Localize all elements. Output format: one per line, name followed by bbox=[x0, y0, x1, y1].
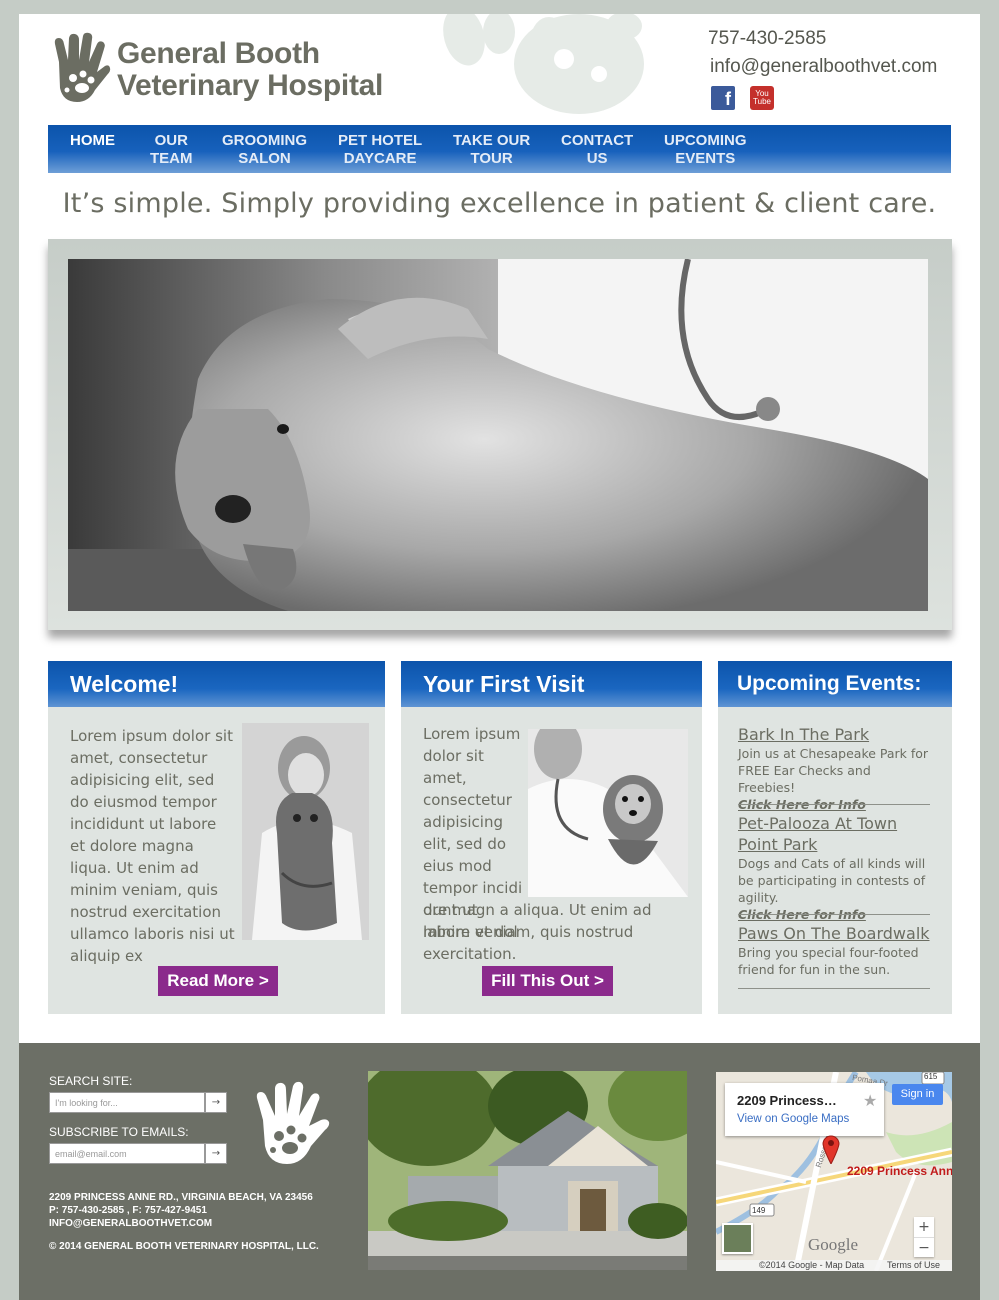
main-nav: HOME OUR TEAM GROOMING SALON PET HOTEL D… bbox=[48, 125, 951, 173]
map-terms-link[interactable]: Terms of Use bbox=[887, 1260, 940, 1270]
event-desc: Dogs and Cats of all kinds will be parti… bbox=[738, 856, 926, 905]
subscribe-input[interactable]: email@email.com bbox=[49, 1143, 205, 1164]
read-more-button[interactable]: Read More > bbox=[158, 966, 278, 996]
logo-hand-icon bbox=[54, 32, 111, 102]
map-route-615: 615 bbox=[924, 1072, 938, 1081]
map-pin-icon[interactable] bbox=[822, 1134, 840, 1164]
building-photo bbox=[368, 1071, 687, 1270]
footer-phones: P: 757-430-2585 , F: 757-427-9451 bbox=[49, 1205, 207, 1216]
nav-label: GROOMING bbox=[222, 132, 307, 149]
events-title: Upcoming Events: bbox=[718, 661, 952, 707]
map-info-card: 2209 Princess… View on Google Maps ★ bbox=[725, 1083, 884, 1136]
event-desc: Bring you special four-footed friend for… bbox=[738, 945, 919, 977]
map-route-149: 149 bbox=[752, 1206, 766, 1215]
nav-label: DAYCARE bbox=[343, 150, 417, 167]
zoom-controls: + − bbox=[914, 1217, 934, 1257]
google-logo: Google bbox=[808, 1235, 859, 1254]
footer-email[interactable]: INFO@GENERALBOOTHVET.COM bbox=[49, 1217, 212, 1230]
star-icon[interactable]: ★ bbox=[863, 1091, 877, 1110]
nav-item-our-team[interactable]: OUR TEAM bbox=[150, 132, 193, 168]
zoom-in-button[interactable]: + bbox=[914, 1217, 934, 1237]
footer-address: 2209 PRINCESS ANNE RD., VIRGINIA BEACH, … bbox=[49, 1192, 313, 1203]
paw-watermark-icon bbox=[443, 14, 644, 114]
event-item: Bark In The Park Join us at Chesapeake P… bbox=[738, 724, 930, 813]
welcome-panel: Welcome! Lorem ipsum dolor sit amet, con… bbox=[48, 661, 385, 1014]
youtube-text-2: Tube bbox=[753, 97, 771, 106]
view-on-google-maps-link[interactable]: View on Google Maps bbox=[737, 1113, 849, 1125]
nav-item-pet-hotel[interactable]: PET HOTEL DAYCARE bbox=[338, 132, 422, 168]
search-input[interactable]: I'm looking for... bbox=[49, 1092, 205, 1113]
map-pin-label: 2209 Princess Ann bbox=[847, 1164, 952, 1178]
fill-this-out-button[interactable]: Fill This Out > bbox=[482, 966, 613, 996]
nav-label: UPCOMING bbox=[664, 132, 747, 149]
nav-label: SALON bbox=[238, 150, 291, 167]
first-visit-body-continued: ore magn a aliqua. Ut enim ad minim veni… bbox=[423, 901, 652, 963]
event-divider bbox=[738, 804, 930, 805]
first-visit-panel: Your First Visit Lorem ipsum dolor sit a… bbox=[401, 661, 702, 1014]
page: General Booth Veterinary Hospital 757-43… bbox=[19, 14, 980, 1300]
event-title[interactable]: Pet-Palooza At Town Point Park bbox=[738, 813, 930, 855]
youtube-icon[interactable]: You Tube bbox=[750, 86, 774, 110]
zoom-out-button[interactable]: − bbox=[914, 1237, 934, 1257]
nav-label: CONTACT bbox=[561, 132, 634, 149]
nav-label: EVENTS bbox=[675, 150, 736, 167]
facebook-icon[interactable]: f bbox=[711, 86, 735, 110]
nav-label: PET HOTEL bbox=[338, 132, 423, 149]
event-item: Pet-Palooza At Town Point Park Dogs and … bbox=[738, 813, 930, 923]
nav-item-contact[interactable]: CONTACT US bbox=[561, 132, 633, 168]
welcome-photo bbox=[242, 723, 369, 940]
welcome-body: Lorem ipsum dolor sit amet, consectetur … bbox=[70, 727, 235, 965]
nav-item-tour[interactable]: TAKE OUR TOUR bbox=[453, 132, 530, 168]
event-divider bbox=[738, 914, 930, 915]
subscribe-label: SUBSCRIBE TO EMAILS: bbox=[49, 1125, 189, 1139]
hero-frame bbox=[48, 239, 952, 630]
map-embed[interactable]: 615 149 Rosscroad Trail Pomaa Dr 2209 Pr… bbox=[716, 1072, 952, 1271]
tagline: It’s simple. Simply providing excellence… bbox=[62, 188, 937, 219]
nav-item-home[interactable]: HOME bbox=[70, 132, 115, 150]
first-visit-title: Your First Visit bbox=[401, 661, 702, 707]
logo-text[interactable]: General Booth Veterinary Hospital bbox=[117, 38, 383, 102]
first-visit-photo bbox=[528, 729, 688, 897]
event-title[interactable]: Paws On The Boardwalk bbox=[738, 923, 930, 944]
subscribe-go-button[interactable]: → bbox=[205, 1143, 227, 1164]
nav-label: OUR bbox=[154, 132, 188, 149]
footer-hand-icon bbox=[256, 1081, 330, 1164]
event-title[interactable]: Bark In The Park bbox=[738, 724, 930, 745]
event-item: Paws On The Boardwalk Bring you special … bbox=[738, 923, 930, 978]
map-card-title: 2209 Princess… bbox=[737, 1093, 837, 1108]
nav-item-grooming[interactable]: GROOMING SALON bbox=[222, 132, 307, 168]
nav-label: US bbox=[586, 150, 608, 167]
nav-label: TOUR bbox=[470, 150, 513, 167]
map-sign-in-button[interactable]: Sign in bbox=[892, 1084, 943, 1105]
search-go-button[interactable]: → bbox=[205, 1092, 227, 1113]
satellite-toggle[interactable] bbox=[722, 1223, 753, 1254]
event-desc: Join us at Chesapeake Park for FREE Ear … bbox=[738, 746, 929, 795]
events-panel: Upcoming Events: Bark In The Park Join u… bbox=[718, 661, 952, 1014]
welcome-title: Welcome! bbox=[48, 661, 385, 707]
logo-line-1: General Booth bbox=[117, 37, 320, 70]
map-footer-bar: ©2014 Google - Map Data Terms of Use bbox=[716, 1260, 952, 1271]
search-label: SEARCH SITE: bbox=[49, 1074, 133, 1088]
nav-label: TEAM bbox=[150, 150, 193, 167]
hero-image bbox=[68, 259, 928, 611]
map-copyright: ©2014 Google - Map Data bbox=[759, 1260, 865, 1270]
logo-line-2: Veterinary Hospital bbox=[117, 69, 384, 102]
nav-label: TAKE OUR bbox=[453, 132, 531, 149]
nav-label: HOME bbox=[70, 132, 115, 149]
event-divider bbox=[738, 988, 930, 989]
header-email[interactable]: info@generalboothvet.com bbox=[710, 56, 937, 78]
footer: SEARCH SITE: I'm looking for... → SUBSCR… bbox=[19, 1043, 980, 1300]
nav-item-events[interactable]: UPCOMING EVENTS bbox=[664, 132, 747, 168]
footer-copyright: © 2014 GENERAL BOOTH VETERINARY HOSPITAL… bbox=[49, 1241, 319, 1252]
header-phone[interactable]: 757-430-2585 bbox=[708, 28, 826, 50]
